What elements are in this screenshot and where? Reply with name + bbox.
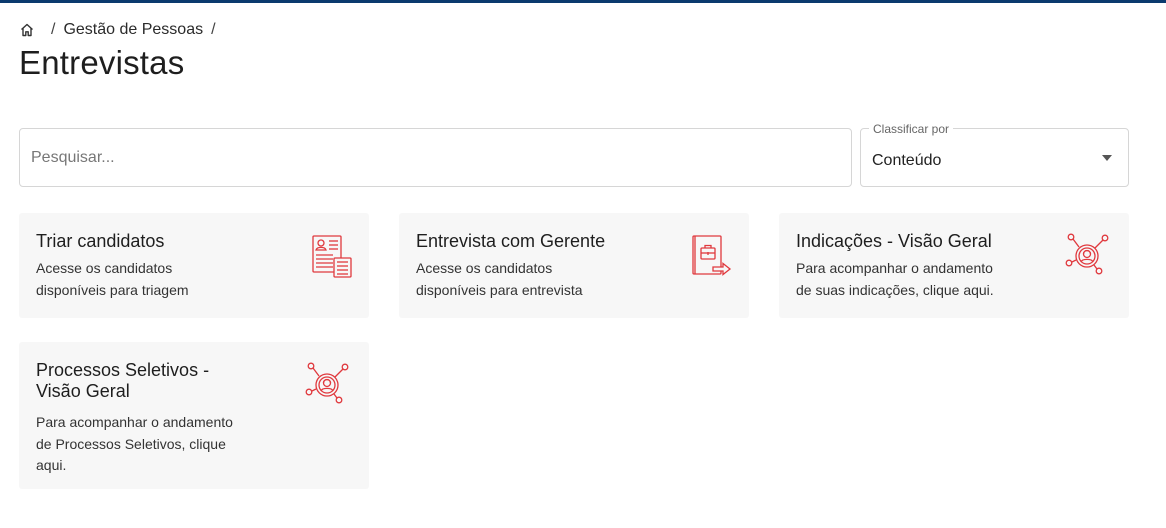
search-field [19,128,852,187]
card-description: Para acompanhar o andamento de Processos… [36,414,233,473]
sort-label: Classificar por [869,122,954,136]
sort-value: Conteúdo [872,152,942,169]
breadcrumb-separator: / [211,21,216,38]
card-title: Indicações - Visão Geral [796,231,992,251]
card-indicacoes-visao-geral[interactable]: Indicações - Visão Geral Para acompanhar… [779,213,1129,318]
card-processos-seletivos-visao-geral[interactable]: Processos Seletivos - Visão Geral Para a… [19,342,369,489]
card-title: Processos Seletivos - Visão Geral [36,360,210,401]
card-description: Para acompanhar o andamento de suas indi… [796,260,994,298]
card-title: Triar candidatos [36,231,165,251]
breadcrumb-separator: / [51,21,56,38]
chevron-down-icon [1102,155,1112,161]
candidate-list-icon [311,234,355,285]
card-title: Entrevista com Gerente [416,231,606,251]
network-person-icon [1065,232,1113,283]
home-icon[interactable] [19,22,35,38]
card-description: Acesse os candidatos disponíveis para en… [416,260,583,298]
network-person-icon [305,361,353,412]
search-input[interactable] [20,129,851,186]
breadcrumb: / Gestão de Pessoas / [19,20,224,40]
top-accent-bar [0,0,1166,3]
sort-select[interactable]: Classificar por Conteúdo [860,122,1129,187]
card-entrevista-com-gerente[interactable]: Entrevista com Gerente Acesse os candida… [399,213,749,318]
card-triar-candidatos[interactable]: Triar candidatos Acesse os candidatos di… [19,213,369,318]
breadcrumb-item-gestao-de-pessoas[interactable]: Gestão de Pessoas [63,21,203,39]
page-title: Entrevistas [19,44,185,81]
card-description: Acesse os candidatos disponíveis para tr… [36,260,189,298]
interview-briefcase-icon [691,234,735,285]
